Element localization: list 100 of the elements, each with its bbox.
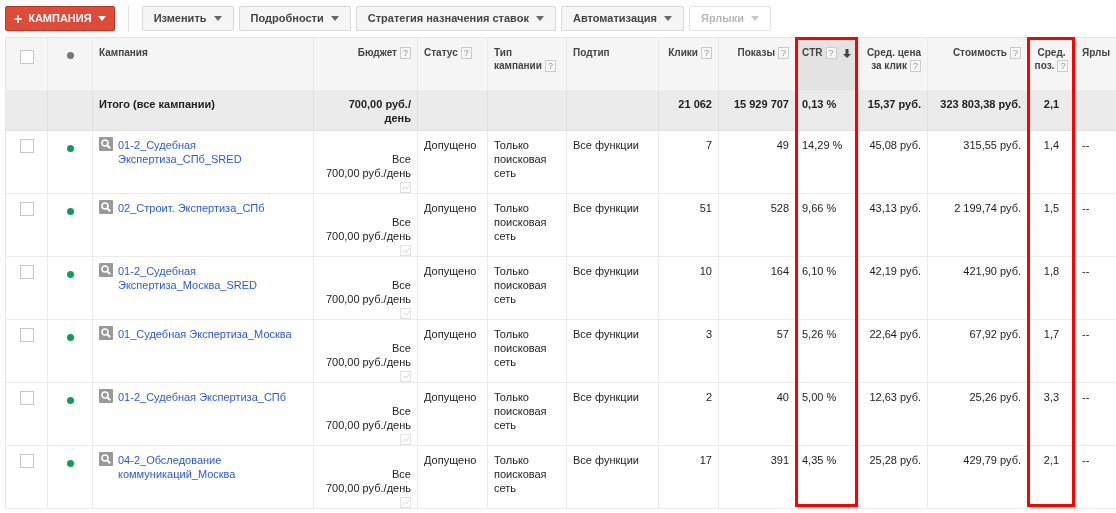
toolbar-button[interactable]: Стратегия назначения ставок — [355, 6, 556, 31]
checkbox[interactable] — [19, 328, 34, 342]
table-cell: 12,63 руб. — [869, 391, 921, 403]
table-cell: 3,3 — [1043, 391, 1060, 403]
toolbar-button[interactable]: Изменить — [141, 6, 234, 31]
total-cell: 0,13 % — [802, 98, 837, 110]
table-cell: Все функции — [573, 265, 639, 277]
chart-icon[interactable] — [400, 497, 411, 508]
chart-icon[interactable] — [400, 182, 411, 193]
table-cell: 6,10 % — [802, 265, 837, 277]
campaign-link[interactable]: 04-2_Обследование коммуникаций_Москва — [118, 453, 307, 481]
chart-icon[interactable] — [400, 434, 411, 445]
status-dot-icon — [66, 52, 74, 59]
budget-amount: 700,00 руб./день — [325, 292, 411, 306]
table-cell: 429,79 руб. — [963, 454, 1021, 466]
column-header[interactable]: Бюджет ? — [313, 37, 418, 91]
table-cell: 2 — [705, 391, 712, 403]
column-header[interactable]: Клики ? — [658, 37, 719, 91]
budget-note: Все — [392, 467, 411, 481]
table-cell: -- — [1082, 391, 1090, 403]
table-cell: 315,55 руб. — [963, 139, 1021, 151]
table-cell: 49 — [776, 139, 789, 151]
table-cell: 1,5 — [1043, 202, 1060, 214]
budget-note: Все — [392, 278, 411, 292]
table-cell: 2 199,74 руб. — [954, 202, 1021, 214]
table-cell: 67,92 руб. — [969, 328, 1021, 340]
table-cell: 2,1 — [1043, 454, 1060, 466]
table-cell: Все функции — [573, 454, 639, 466]
total-cell: 323 803,38 руб. — [940, 98, 1021, 110]
table-cell: 10 — [699, 265, 712, 277]
search-icon — [99, 326, 113, 340]
table-cell: 1,7 — [1043, 328, 1060, 340]
table-cell: -- — [1082, 265, 1090, 277]
checkbox[interactable] — [19, 265, 34, 279]
checkbox[interactable] — [19, 454, 34, 468]
budget-amount: 700,00 руб./день — [325, 355, 411, 369]
budget-amount: 700,00 руб./день — [325, 166, 411, 180]
chart-icon[interactable] — [400, 371, 411, 382]
table-cell: 25,26 руб. — [969, 391, 1021, 403]
campaign-link[interactable]: 01-2_Судебная Экспертиза_СПб — [118, 390, 287, 404]
chart-icon[interactable] — [400, 245, 411, 256]
column-header[interactable]: Кампания — [92, 37, 314, 91]
table-cell: 391 — [770, 454, 789, 466]
table-cell: -- — [1082, 202, 1090, 214]
table-cell: -- — [1082, 454, 1090, 466]
table-cell: 5,00 % — [802, 391, 837, 403]
campaign-link[interactable]: 02_Строит. Экспертиза_СПб — [118, 201, 265, 215]
budget-note: Все — [392, 404, 411, 418]
table-cell: Только поисковая сеть — [494, 454, 547, 494]
campaign-link[interactable]: 01-2_Судебная Экспертиза_Москва_SRED — [118, 264, 307, 292]
column-header[interactable]: Показы ? — [718, 37, 796, 91]
checkbox[interactable] — [19, 139, 34, 153]
table-cell: 42,19 руб. — [869, 265, 921, 277]
column-header[interactable]: Статус ? — [417, 37, 488, 91]
column-header[interactable]: Тип кампании ? — [487, 37, 567, 91]
table-cell: Только поисковая сеть — [494, 202, 547, 242]
budget-note: Все — [392, 152, 411, 166]
checkbox[interactable] — [19, 202, 34, 216]
table-cell: 3 — [705, 328, 712, 340]
arrow-down-icon — [842, 48, 851, 58]
chart-icon[interactable] — [400, 308, 411, 319]
campaign-link[interactable]: 01_Судебная Экспертиза_Москва — [118, 327, 292, 341]
table-cell: Допущено — [424, 454, 477, 466]
table-cell: 57 — [776, 328, 789, 340]
table-cell: 7 — [705, 139, 712, 151]
table-cell: 1,8 — [1043, 265, 1060, 277]
search-icon — [99, 137, 113, 151]
campaign-link[interactable]: 01-2_Судебная Экспертиза_СПб_SRED — [118, 138, 307, 166]
table-cell: 17 — [699, 454, 712, 466]
column-header[interactable]: Подтип — [566, 37, 659, 91]
search-icon — [99, 200, 113, 214]
budget-note: Все — [392, 341, 411, 355]
toolbar-button[interactable]: Подробности — [238, 6, 351, 31]
table-cell: 164 — [770, 265, 789, 277]
column-header[interactable]: Сред. поз. ? — [1027, 37, 1076, 91]
total-cell: 2,1 — [1043, 98, 1060, 110]
table-cell: -- — [1082, 139, 1090, 151]
checkbox[interactable] — [19, 50, 34, 64]
total-cell: 15,37 руб. — [867, 98, 921, 110]
add-campaign-button[interactable]: + КАМПАНИЯ — [5, 6, 115, 31]
caret-icon — [97, 16, 106, 21]
table-cell: 421,90 руб. — [963, 265, 1021, 277]
table-cell: Все функции — [573, 391, 639, 403]
table-cell: 45,08 руб. — [869, 139, 921, 151]
search-icon — [99, 263, 113, 277]
table-cell: Допущено — [424, 139, 477, 151]
column-header[interactable]: Стоимость ? — [927, 37, 1028, 91]
column-header[interactable]: Ярлы — [1075, 37, 1116, 91]
total-cell: 15 929 707 — [733, 98, 789, 110]
column-header[interactable]: Сред. цена за клик ? — [858, 37, 928, 91]
caret-icon — [751, 16, 759, 21]
toolbar-button[interactable]: Автоматизация — [560, 6, 684, 31]
table-cell: 22,64 руб. — [869, 328, 921, 340]
table-cell: Все функции — [573, 139, 639, 151]
checkbox[interactable] — [19, 391, 34, 405]
table-cell: Все функции — [573, 202, 639, 214]
table-cell: 1,4 — [1043, 139, 1060, 151]
total-cell: 700,00 руб./ день — [348, 98, 411, 124]
table-cell: 9,66 % — [802, 202, 837, 214]
caret-icon — [535, 16, 544, 21]
